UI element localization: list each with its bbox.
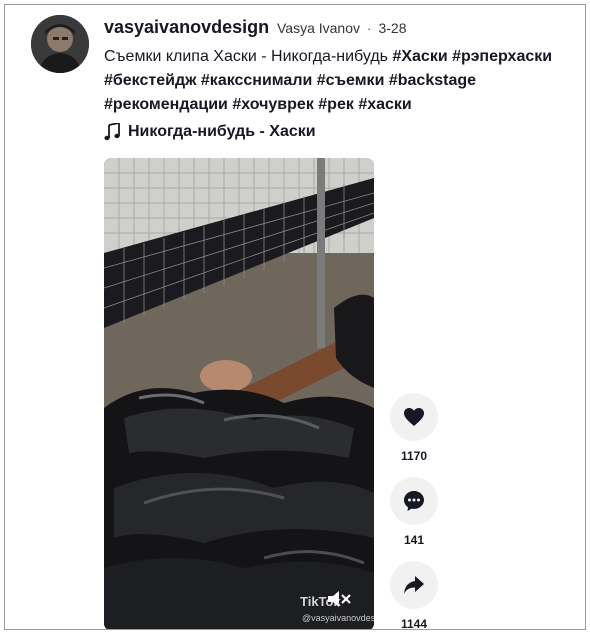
music-link[interactable]: Никогда-нибудь - Хаски (104, 123, 316, 141)
like-button[interactable] (390, 393, 438, 441)
separator: · (366, 20, 372, 36)
post-description: Съемки клипа Хаски - Никогда-нибудь #Хас… (104, 45, 585, 117)
avatar[interactable] (31, 15, 89, 73)
hashtag[interactable]: #рекомендации (104, 96, 228, 113)
hashtag[interactable]: #хочуврек (232, 96, 313, 113)
post-card: vasyaivanovdesign Vasya Ivanov · 3-28 Съ… (4, 4, 586, 630)
video-watermark-handle: @vasyaivanovdesign (302, 613, 374, 623)
hashtag[interactable]: #каксснимали (201, 72, 312, 89)
like-count: 1170 (400, 449, 428, 463)
hashtag[interactable]: #backstage (389, 72, 476, 89)
heart-icon (404, 408, 424, 426)
username[interactable]: vasyaivanovdesign (104, 17, 269, 37)
share-count: 1144 (400, 617, 428, 630)
hashtag[interactable]: #рек (318, 96, 354, 113)
share-icon (404, 576, 424, 594)
post-date: 3-28 (378, 20, 407, 36)
hashtag[interactable]: #бекстейдж (104, 72, 196, 89)
share-button[interactable] (390, 561, 438, 609)
description-text: Съемки клипа Хаски - Никогда-нибудь (104, 48, 388, 65)
music-title: Никогда-нибудь - Хаски (128, 123, 316, 140)
video-frame (104, 158, 374, 629)
hashtag[interactable]: #Хаски (392, 48, 447, 65)
comment-icon (404, 491, 424, 511)
comment-button[interactable] (390, 477, 438, 525)
hashtag[interactable]: #рэперхаски (452, 48, 552, 65)
music-note-icon (104, 123, 120, 141)
comment-action: 141 (388, 477, 440, 547)
hashtag[interactable]: #хаски (358, 96, 411, 113)
nickname[interactable]: Vasya Ivanov (277, 20, 360, 36)
mute-icon[interactable] (326, 589, 352, 609)
share-action: 1144 (388, 561, 440, 630)
video-player[interactable]: TikTok @vasyaivanovdesign (104, 158, 374, 629)
like-action: 1170 (388, 393, 440, 463)
author-line: vasyaivanovdesign Vasya Ivanov · 3-28 (104, 17, 406, 38)
avatar-image (31, 15, 89, 73)
comment-count: 141 (403, 533, 425, 547)
hashtag[interactable]: #съемки (317, 72, 385, 89)
